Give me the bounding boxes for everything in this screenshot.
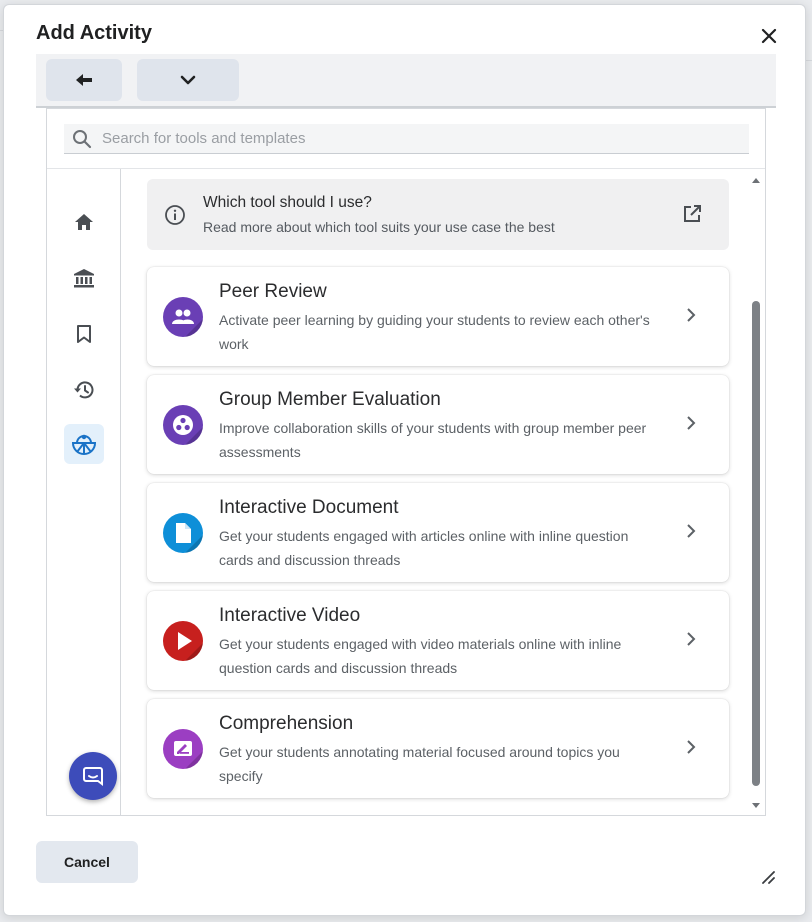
comprehension-icon (163, 729, 203, 769)
sidebar-item-bookmarks[interactable] (64, 314, 104, 354)
tool-list-scrollbar[interactable] (749, 169, 763, 815)
chat-bubble-icon (83, 767, 103, 786)
sidebar-item-history[interactable] (64, 370, 104, 410)
group-evaluation-icon (163, 405, 203, 445)
close-button[interactable] (756, 23, 782, 49)
tool-card-interactive-video[interactable]: Interactive Video Get your students enga… (147, 591, 729, 690)
chevron-right-icon (685, 631, 697, 647)
tool-list-area: Which tool should I use? Read more about… (122, 169, 765, 816)
video-play-icon (163, 621, 203, 661)
tool-card-description: Get your students engaged with video mat… (219, 636, 622, 676)
chevron-right-icon (685, 523, 697, 539)
help-banner-title: Which tool should I use? (203, 194, 372, 211)
sidebar-item-institution[interactable] (64, 258, 104, 298)
category-sidebar (47, 169, 121, 816)
tool-help-banner[interactable]: Which tool should I use? Read more about… (147, 179, 729, 250)
options-dropdown-button[interactable] (137, 59, 239, 101)
tool-card-title: Group Member Evaluation (219, 389, 441, 410)
close-icon (761, 28, 777, 44)
institution-icon (74, 269, 94, 288)
document-icon (163, 513, 203, 553)
bookmark-icon (77, 325, 91, 343)
tool-card-interactive-document[interactable]: Interactive Document Get your students e… (147, 483, 729, 582)
home-icon (75, 214, 93, 230)
chevron-right-icon (685, 307, 697, 323)
tool-card-title: Comprehension (219, 713, 354, 734)
chevron-down-icon (180, 75, 196, 85)
tool-card-title: Interactive Document (219, 497, 399, 518)
search-input[interactable] (102, 130, 702, 147)
activity-category-icon (71, 434, 97, 455)
search-bar (64, 124, 749, 154)
tool-card-description: Get your students engaged with articles … (219, 528, 629, 568)
back-arrow-icon (76, 74, 92, 86)
external-link-icon[interactable] (682, 204, 702, 224)
sidebar-item-activities[interactable] (64, 424, 104, 464)
tool-card-title: Interactive Video (219, 605, 361, 626)
chat-support-button[interactable] (69, 752, 117, 800)
peer-review-icon (163, 297, 203, 337)
scroll-up-arrow-icon[interactable] (749, 175, 763, 187)
chevron-right-icon (685, 415, 697, 431)
help-banner-subtitle: Read more about which tool suits your us… (203, 219, 555, 235)
add-activity-dialog: Add Activity Search for tools and templa… (3, 4, 806, 916)
toolbar (36, 54, 776, 108)
tool-card-description: Get your students annotating material fo… (219, 744, 620, 784)
resize-handle-icon[interactable] (760, 869, 776, 885)
info-icon (164, 204, 186, 226)
back-button[interactable] (46, 59, 122, 101)
tool-card-group-member-evaluation[interactable]: Group Member Evaluation Improve collabor… (147, 375, 729, 474)
tool-card-description: Activate peer learning by guiding your s… (219, 312, 650, 352)
tool-card-description: Improve collaboration skills of your stu… (219, 420, 647, 460)
tool-picker-panel: Which tool should I use? Read more about… (46, 108, 766, 816)
search-icon (72, 129, 92, 149)
scrollbar-thumb[interactable] (752, 301, 760, 786)
cancel-button[interactable]: Cancel (36, 841, 138, 883)
tool-card-comprehension[interactable]: Comprehension Get your students annotati… (147, 699, 729, 798)
sidebar-item-home[interactable] (64, 202, 104, 242)
chevron-right-icon (685, 739, 697, 755)
scroll-down-arrow-icon[interactable] (749, 799, 763, 811)
dialog-title: Add Activity (36, 22, 152, 44)
backdrop-divider (806, 60, 812, 61)
tool-card-title: Peer Review (219, 281, 327, 302)
history-icon (74, 381, 94, 399)
tool-card-peer-review[interactable]: Peer Review Activate peer learning by gu… (147, 267, 729, 366)
